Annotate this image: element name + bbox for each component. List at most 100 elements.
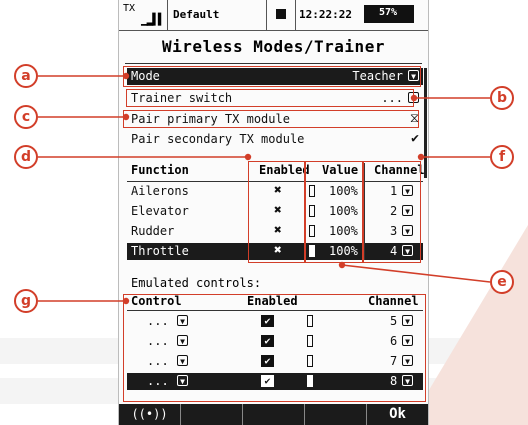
emulated-channel: 5 <box>390 314 398 328</box>
callout-f: f <box>490 145 514 169</box>
trainer-switch-label: Trainer switch <box>131 91 233 105</box>
emulated-row[interactable]: ... ▼ ✔ 7 ▼ <box>127 353 423 370</box>
transmitter-screen: TX ▁▂▌▌ Default 12:22:22 57% Wireless Mo… <box>118 0 429 425</box>
dropdown-icon[interactable]: ▼ <box>402 315 413 326</box>
control-value: ... <box>147 334 169 348</box>
pair-primary-row[interactable]: Pair primary TX module ⧖ <box>127 111 423 128</box>
function-channel: 3 <box>390 224 398 238</box>
clock: 12:22:22 <box>299 8 352 21</box>
status-divider <box>266 0 267 30</box>
header-underline <box>127 310 423 311</box>
dropdown-icon: ▼ <box>408 70 419 81</box>
dropdown-icon[interactable]: ▼ <box>402 205 413 216</box>
function-name: Elevator <box>131 204 189 218</box>
pair-secondary-row[interactable]: Pair secondary TX module ✔ <box>127 131 423 148</box>
wireless-softkey[interactable]: ((•)) <box>119 404 181 425</box>
dropdown-icon[interactable]: ▼ <box>402 245 413 256</box>
tx-signal-indicator: TX ▁▂▌▌ <box>123 3 165 27</box>
checkmark-icon: ✔ <box>411 131 419 146</box>
trainer-switch-value: ... <box>381 91 403 105</box>
function-row-elevator[interactable]: Elevator ✖ 100% 2 ▼ <box>127 203 423 220</box>
column-divider <box>364 163 365 260</box>
pair-primary-label: Pair primary TX module <box>131 112 290 126</box>
dropdown-icon[interactable]: ▼ <box>402 375 413 386</box>
trainer-switch-row[interactable]: Trainer switch ... ▼ <box>127 90 423 107</box>
dropdown-icon: ▼ <box>408 92 419 103</box>
disabled-x-icon[interactable]: ✖ <box>274 183 282 198</box>
softkey-empty[interactable] <box>181 404 243 425</box>
disabled-x-icon[interactable]: ✖ <box>274 203 282 218</box>
header-underline <box>127 181 423 182</box>
tx-label: TX <box>123 3 136 14</box>
disabled-x-icon[interactable]: ✖ <box>274 243 282 258</box>
col-value: Value <box>322 163 359 177</box>
function-row-throttle[interactable]: Throttle ✖ 100% 4 ▼ <box>127 243 423 260</box>
emulated-channel: 6 <box>390 334 398 348</box>
emulated-row[interactable]: ... ▼ ✔ 5 ▼ <box>127 313 423 330</box>
function-value[interactable]: 100% <box>329 224 358 238</box>
value-bar <box>309 245 315 257</box>
ok-button[interactable]: Ok <box>367 404 428 425</box>
scrollbar[interactable] <box>424 68 427 178</box>
dropdown-icon[interactable]: ▼ <box>177 315 188 326</box>
function-channel: 4 <box>390 244 398 258</box>
dropdown-icon[interactable]: ▼ <box>402 335 413 346</box>
checkbox-checked-icon[interactable]: ✔ <box>261 355 274 367</box>
callout-d: d <box>14 145 38 169</box>
function-channel: 2 <box>390 204 398 218</box>
checkbox-checked-icon[interactable]: ✔ <box>261 335 274 347</box>
col-channel: Channel <box>374 163 425 177</box>
function-value[interactable]: 100% <box>329 244 358 258</box>
dropdown-icon[interactable]: ▼ <box>402 225 413 236</box>
disabled-x-icon[interactable]: ✖ <box>274 223 282 238</box>
callout-a: a <box>14 64 38 88</box>
wireless-icon: ((•)) <box>131 407 168 421</box>
function-value[interactable]: 100% <box>329 204 358 218</box>
function-row-rudder[interactable]: Rudder ✖ 100% 3 ▼ <box>127 223 423 240</box>
dropdown-icon[interactable]: ▼ <box>402 355 413 366</box>
control-value: ... <box>147 354 169 368</box>
emulated-row[interactable]: ... ▼ ✔ 6 ▼ <box>127 333 423 350</box>
emulated-title: Emulated controls: <box>131 276 262 290</box>
col-enabled: Enabled <box>247 294 298 308</box>
checkbox-checked-icon[interactable]: ✔ <box>261 375 274 387</box>
dropdown-icon[interactable]: ▼ <box>177 335 188 346</box>
value-bar <box>309 205 315 217</box>
emulated-channel: 7 <box>390 354 398 368</box>
dropdown-icon[interactable]: ▼ <box>402 185 413 196</box>
col-function: Function <box>131 163 189 177</box>
rec-square-icon <box>276 9 286 19</box>
value-bar <box>307 335 313 347</box>
function-row-ailerons[interactable]: Ailerons ✖ 100% 1 ▼ <box>127 183 423 200</box>
value-bar <box>309 185 315 197</box>
emulated-row-selected[interactable]: ... ▼ ✔ 8 ▼ <box>127 373 423 390</box>
control-value: ... <box>147 374 169 388</box>
softkey-empty[interactable] <box>243 404 305 425</box>
status-divider <box>167 0 168 30</box>
mode-value: Teacher <box>352 69 403 83</box>
hourglass-icon: ⧖ <box>409 111 419 126</box>
function-name: Rudder <box>131 224 175 238</box>
callout-b: b <box>490 86 514 110</box>
status-bar: TX ▁▂▌▌ Default 12:22:22 57% <box>119 0 428 31</box>
function-table-header: Function Enabled Value Channel <box>127 163 425 181</box>
dropdown-icon[interactable]: ▼ <box>177 355 188 366</box>
softkey-empty[interactable] <box>305 404 367 425</box>
col-control: Control <box>131 294 182 308</box>
dropdown-icon[interactable]: ▼ <box>177 375 188 386</box>
pair-secondary-label: Pair secondary TX module <box>131 132 305 146</box>
value-bar <box>307 315 313 327</box>
mode-row[interactable]: Mode Teacher ▼ <box>127 68 423 85</box>
checkbox-checked-icon[interactable]: ✔ <box>261 315 274 327</box>
signal-bars-icon: ▁▂▌▌ <box>141 13 164 26</box>
battery-indicator: 57% <box>364 5 414 23</box>
function-value[interactable]: 100% <box>329 184 358 198</box>
callout-c: c <box>14 105 38 129</box>
status-divider <box>295 0 296 30</box>
battery-percent: 57% <box>379 7 398 18</box>
model-name[interactable]: Default <box>173 8 219 21</box>
emulated-channel: 8 <box>390 374 398 388</box>
column-divider <box>305 163 306 260</box>
value-bar <box>309 225 315 237</box>
function-name: Throttle <box>131 244 189 258</box>
